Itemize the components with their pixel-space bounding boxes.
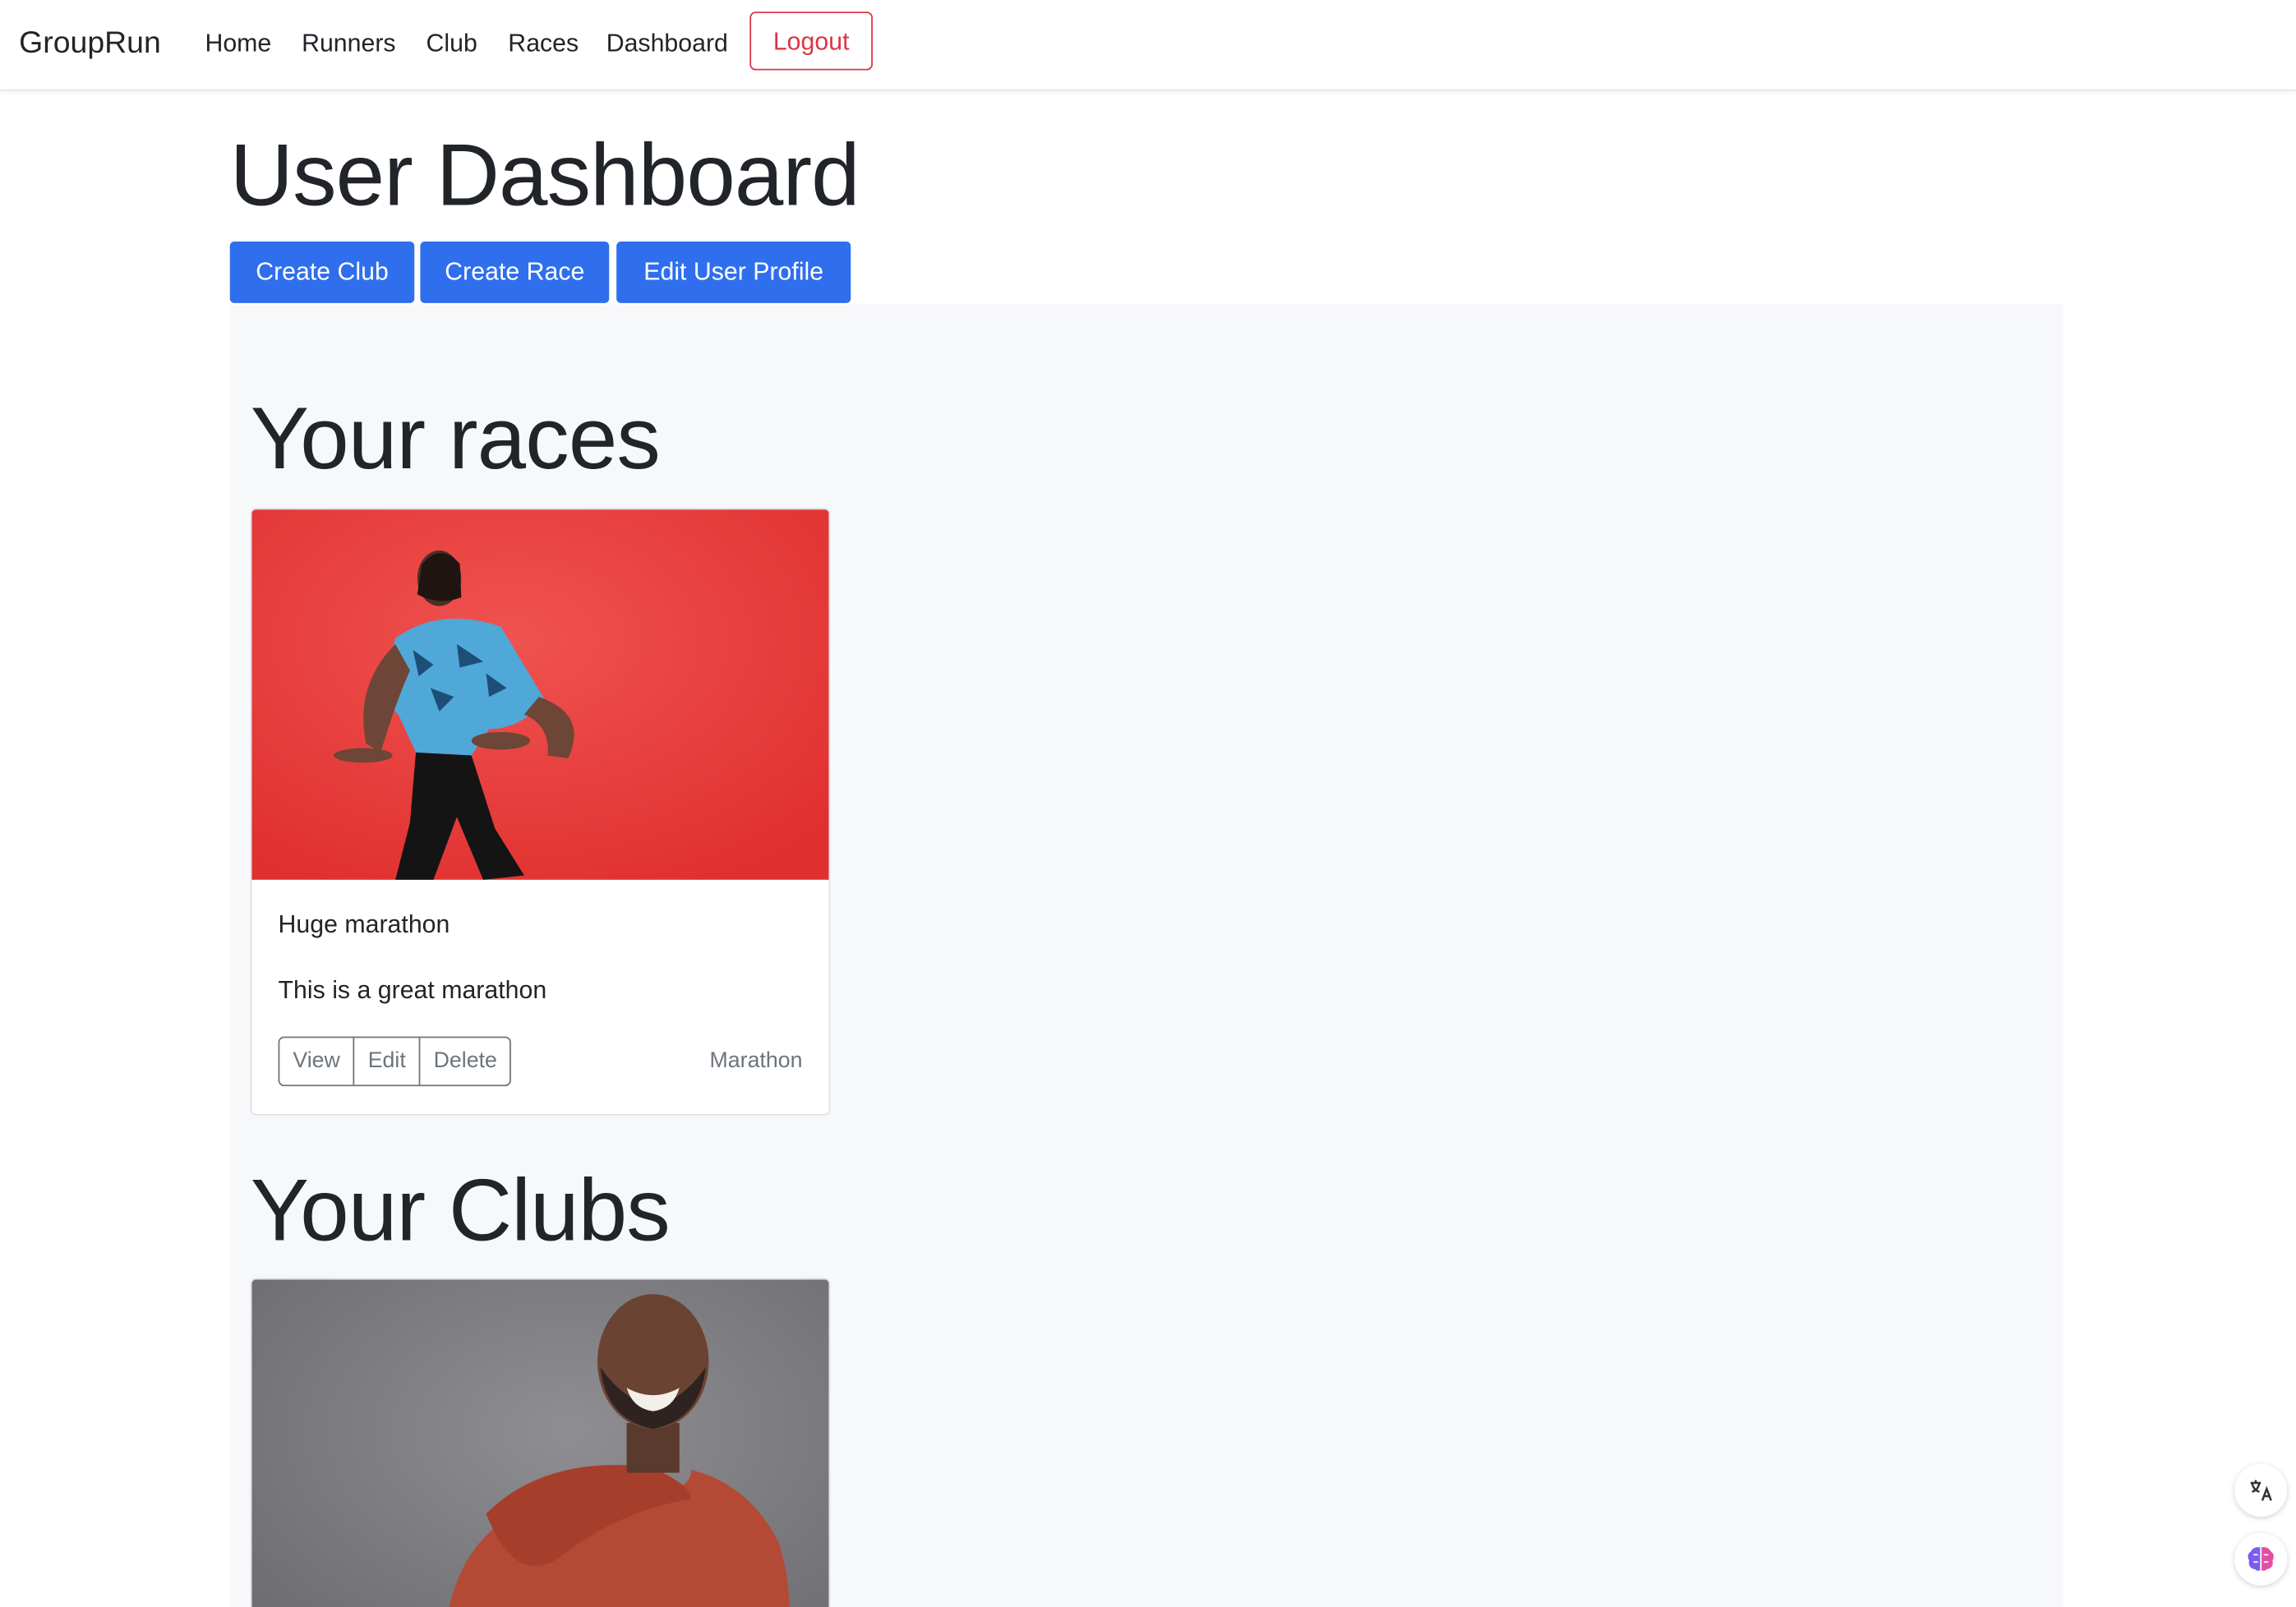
brand-logo[interactable]: GroupRun [19,25,161,62]
edit-user-profile-button[interactable]: Edit User Profile [616,242,851,303]
nav-club[interactable]: Club [426,28,477,60]
app-viewport: GroupRun Home Runners Club Races Dashboa… [0,0,2296,1607]
race-card: Huge marathon This is a great marathon V… [250,508,831,1116]
page-title: User Dashboard [229,126,860,224]
club-card-image [251,1279,829,1607]
nav-races[interactable]: Races [508,28,579,60]
create-club-button[interactable]: Create Club [229,242,415,303]
nav-runners[interactable]: Runners [302,28,396,60]
race-view-button[interactable]: View [279,1038,353,1084]
nav-dashboard[interactable]: Dashboard [606,28,728,60]
race-card-description: This is a great marathon [278,976,547,1005]
create-race-button[interactable]: Create Race [420,242,610,303]
races-heading: Your races [250,389,661,488]
race-delete-button[interactable]: Delete [418,1038,510,1085]
race-card-image [251,509,829,880]
race-edit-button[interactable]: Edit [353,1038,419,1085]
race-card-title: Huge marathon [278,910,450,939]
race-card-actions: View Edit Delete [278,1036,512,1087]
race-category-label: Marathon [709,1048,803,1074]
club-card [250,1278,831,1607]
nav-home[interactable]: Home [205,28,271,60]
brain-icon[interactable] [2234,1532,2288,1586]
clubs-heading: Your Clubs [250,1161,671,1259]
translate-icon[interactable] [2234,1463,2288,1517]
logout-button[interactable]: Logout [749,12,874,71]
top-navbar: GroupRun Home Runners Club Races Dashboa… [0,0,2296,91]
